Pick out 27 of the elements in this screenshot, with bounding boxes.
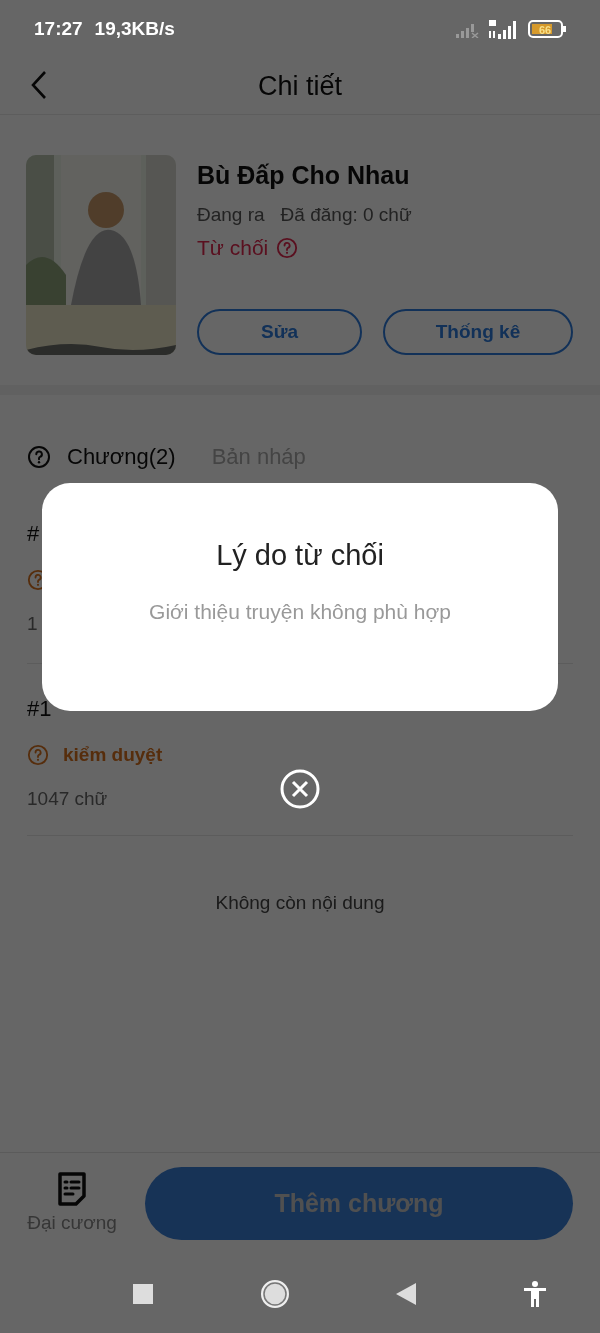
book-title: Bù Đấp Cho Nhau — [197, 161, 411, 190]
back-icon[interactable] — [396, 1283, 417, 1305]
book-status: Đang ra — [197, 204, 265, 226]
chapter-number: # — [27, 521, 40, 546]
stats-button[interactable]: Thống kê — [383, 309, 573, 355]
chapter-number: #1 — [27, 696, 52, 721]
chapter-word-count: 1 — [27, 613, 38, 634]
end-of-list-note: Không còn nội dung — [214, 892, 386, 914]
status-time: 17:27 — [34, 18, 83, 40]
home-icon[interactable] — [259, 1279, 290, 1309]
dialog-message: Giới thiệu truyện không phù hợp — [149, 600, 451, 624]
recent-apps-icon[interactable] — [133, 1284, 154, 1304]
word-count: Đã đăng: 0 chữ — [280, 204, 412, 226]
outline-icon[interactable] — [56, 1172, 88, 1206]
review-status: Từ chối — [197, 236, 269, 260]
chapter-word-count: 1047 chữ — [27, 788, 108, 809]
dialog-title: Lý do từ chối — [216, 539, 384, 572]
page-title: Chi tiết — [257, 70, 342, 102]
tab[interactable]: Chương(2) — [67, 444, 176, 470]
help-icon — [27, 445, 51, 469]
network-speed: 19,3KB/s — [94, 18, 175, 40]
edit-button[interactable]: Sửa — [197, 309, 362, 355]
help-icon — [276, 237, 299, 259]
close-button[interactable] — [280, 769, 320, 809]
accessibility-icon[interactable] — [522, 1281, 547, 1307]
help-icon — [27, 744, 49, 766]
chapter-status: kiểm duyệt — [63, 744, 163, 766]
